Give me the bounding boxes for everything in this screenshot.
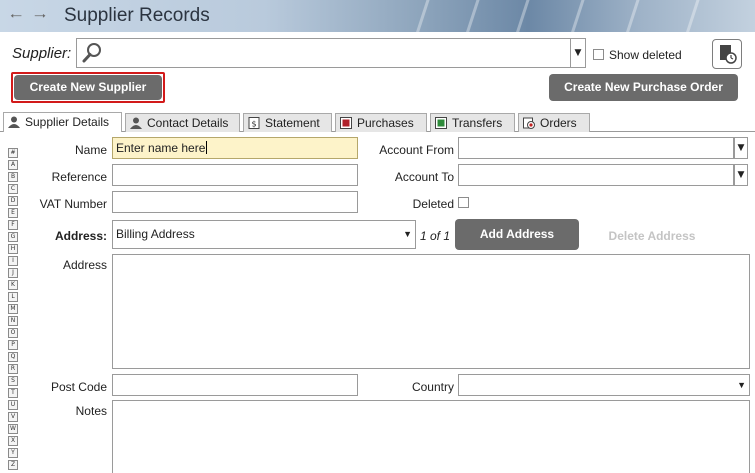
- alpha-index-a[interactable]: A: [8, 160, 18, 170]
- deleted-label: Deleted: [412, 197, 454, 211]
- alpha-index-y[interactable]: Y: [8, 448, 18, 458]
- address-select-label: Address:: [54, 229, 107, 243]
- account-from-label: Account From: [379, 143, 454, 157]
- alpha-index-m[interactable]: M: [8, 304, 18, 314]
- alpha-index-j[interactable]: J: [8, 268, 18, 278]
- deleted-checkbox[interactable]: [458, 197, 469, 208]
- alpha-index-x[interactable]: X: [8, 436, 18, 446]
- alpha-index-n[interactable]: N: [8, 316, 18, 326]
- alpha-index-z[interactable]: Z: [8, 460, 18, 470]
- supplier-dropdown-button[interactable]: ▼: [571, 38, 586, 68]
- alpha-index-w[interactable]: W: [8, 424, 18, 434]
- address-type-select[interactable]: Billing Address ▼: [112, 220, 416, 249]
- title-bar: 🠀 🠂 Supplier Records: [0, 0, 755, 32]
- alpha-index-r[interactable]: R: [8, 364, 18, 374]
- address-pager: 1 of 1: [420, 229, 451, 243]
- alpha-index-b[interactable]: B: [8, 172, 18, 182]
- alpha-index-e[interactable]: E: [8, 208, 18, 218]
- text-caret: [206, 141, 208, 154]
- transfers-icon: [435, 117, 447, 129]
- name-field-value: Enter name here: [116, 141, 206, 155]
- create-new-supplier-button[interactable]: Create New Supplier: [14, 75, 162, 100]
- alpha-index-i[interactable]: I: [8, 256, 18, 266]
- tab-label: Supplier Details: [25, 115, 110, 129]
- post-code-field[interactable]: [112, 374, 358, 396]
- tab-label: Contact Details: [147, 116, 229, 130]
- alpha-index-p[interactable]: P: [8, 340, 18, 350]
- alpha-index-h[interactable]: H: [8, 244, 18, 254]
- statement-icon: $: [248, 117, 260, 129]
- country-select[interactable]: ▼: [458, 374, 750, 396]
- alpha-index-k[interactable]: K: [8, 280, 18, 290]
- address-type-value: Billing Address: [116, 227, 195, 241]
- tab-supplier-details[interactable]: Supplier Details: [3, 112, 122, 132]
- document-clock-icon: [720, 45, 737, 64]
- country-label: Country: [411, 380, 454, 394]
- alpha-index-s[interactable]: S: [8, 376, 18, 386]
- history-button[interactable]: [712, 39, 742, 69]
- name-field[interactable]: Enter name here: [112, 137, 358, 159]
- vat-number-label: VAT Number: [39, 197, 107, 211]
- vat-number-field[interactable]: [112, 191, 358, 213]
- svg-text:$: $: [251, 120, 256, 129]
- account-from-select[interactable]: [458, 137, 734, 159]
- purchases-icon: [340, 117, 352, 129]
- alpha-index-o[interactable]: O: [8, 328, 18, 338]
- back-arrow-icon[interactable]: 🠀: [10, 8, 26, 24]
- page-title: Supplier Records: [64, 5, 210, 26]
- address-textarea[interactable]: [112, 254, 750, 369]
- show-deleted-label: Show deleted: [609, 48, 682, 62]
- name-label: Name: [74, 143, 107, 157]
- tab-purchases[interactable]: Purchases: [335, 113, 427, 132]
- delete-address-button[interactable]: Delete Address: [592, 229, 712, 243]
- notes-textarea[interactable]: [112, 400, 750, 473]
- address-label: Address: [62, 258, 107, 272]
- alpha-index-l[interactable]: L: [8, 292, 18, 302]
- show-deleted-checkbox[interactable]: [593, 49, 604, 60]
- account-to-select[interactable]: [458, 164, 734, 186]
- account-to-dropdown-button[interactable]: ▼: [734, 164, 748, 186]
- supplier-search-input[interactable]: [76, 38, 571, 68]
- tab-contact-details[interactable]: Contact Details: [125, 113, 240, 132]
- add-address-button[interactable]: Add Address: [455, 219, 579, 250]
- reference-label: Reference: [51, 170, 107, 184]
- alpha-index-q[interactable]: Q: [8, 352, 18, 362]
- contact-icon: [130, 117, 142, 129]
- tab-statement[interactable]: $ Statement: [243, 113, 332, 132]
- person-icon: [8, 116, 20, 128]
- forward-arrow-icon[interactable]: 🠂: [34, 8, 50, 24]
- orders-icon: [523, 117, 535, 129]
- alpha-index-c[interactable]: C: [8, 184, 18, 194]
- alpha-index-u[interactable]: U: [8, 400, 18, 410]
- notes-label: Notes: [75, 404, 107, 418]
- create-new-purchase-order-button[interactable]: Create New Purchase Order: [549, 74, 738, 101]
- tab-label: Purchases: [357, 116, 414, 130]
- supplier-label: Supplier:: [12, 45, 72, 62]
- tab-orders[interactable]: Orders: [518, 113, 590, 132]
- account-from-dropdown-button[interactable]: ▼: [734, 137, 748, 159]
- reference-field[interactable]: [112, 164, 358, 186]
- tab-label: Orders: [540, 116, 577, 130]
- post-code-label: Post Code: [50, 380, 107, 394]
- alpha-index-v[interactable]: V: [8, 412, 18, 422]
- tab-label: Statement: [265, 116, 320, 130]
- tab-transfers[interactable]: Transfers: [430, 113, 515, 132]
- alpha-index-t[interactable]: T: [8, 388, 18, 398]
- account-to-label: Account To: [394, 170, 454, 184]
- tab-label: Transfers: [452, 116, 503, 130]
- search-icon: [82, 43, 101, 63]
- alpha-index-f[interactable]: F: [8, 220, 18, 230]
- chevron-down-icon: ▼: [403, 229, 412, 239]
- alpha-index-g[interactable]: G: [8, 232, 18, 242]
- chevron-down-icon: ▼: [737, 380, 746, 390]
- alpha-index-d[interactable]: D: [8, 196, 18, 206]
- alpha-index-hash[interactable]: #: [8, 148, 18, 158]
